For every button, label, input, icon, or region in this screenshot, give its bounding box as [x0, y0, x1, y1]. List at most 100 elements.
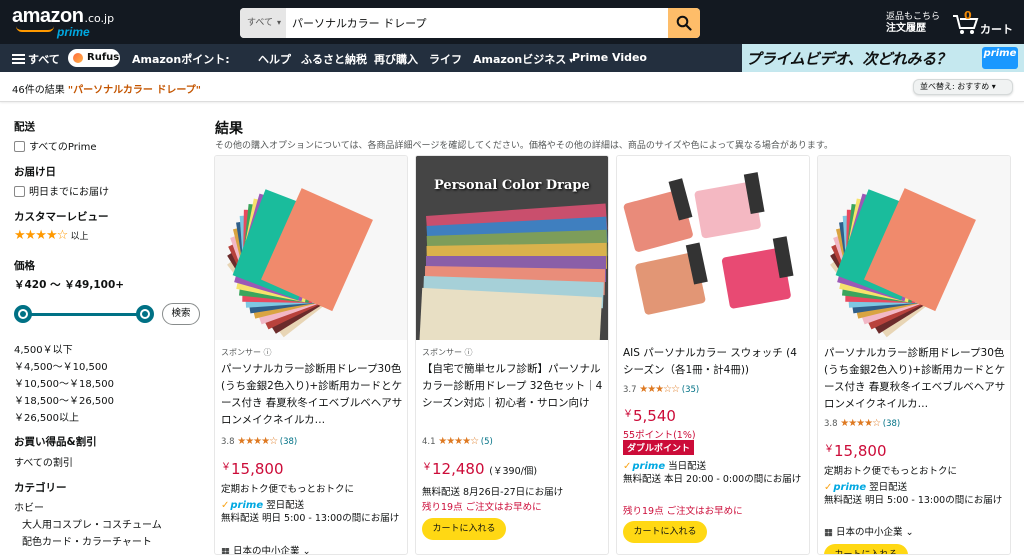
add-to-cart-button[interactable]: カートに入れる	[824, 544, 908, 554]
rating-value: 3.7	[623, 385, 637, 395]
rufus-button[interactable]: Rufus	[68, 49, 120, 67]
prime-note: 翌日配送	[266, 500, 305, 511]
filter-tomorrow[interactable]: 明日までにお届け	[14, 183, 109, 198]
search-category-dropdown[interactable]: すべて	[240, 8, 286, 38]
review-heading: カスタマーレビュー	[14, 211, 109, 223]
nav-help[interactable]: ヘルプ	[258, 51, 291, 67]
price-slider-min-handle[interactable]	[14, 305, 32, 323]
product-card[interactable]: AIS パーソナルカラー スウォッチ (4シーズン（各1冊・計4冊)) 3.7 …	[616, 155, 810, 555]
category-item[interactable]: 配色カード・カラーチャート	[22, 533, 152, 548]
prime-video-promo-banner[interactable]: プライムビデオ、次どれみる？ prime	[742, 44, 1024, 72]
product-rating[interactable]: 3.7 ★★★☆☆ (35)	[623, 384, 699, 395]
review-count: (5)	[480, 437, 493, 447]
rating-value: 3.8	[824, 419, 838, 429]
orders-link[interactable]: 返品もこちら 注文履歴	[886, 12, 940, 34]
product-image[interactable]	[215, 156, 407, 340]
secondary-nav: すべて Rufus Amazonポイント: ヘルプ ふるさと納税 再び購入 ライ…	[0, 44, 1024, 72]
review-suffix: 以上	[70, 232, 89, 242]
product-image[interactable]: Personal Color Drape	[416, 156, 608, 340]
sort-dropdown[interactable]: 並べ替え: おすすめ ▾	[913, 79, 1013, 95]
product-title[interactable]: パーソナルカラー診断用ドレープ30色(うち金銀2色入り)+診断用カードとケース付…	[221, 361, 405, 429]
drape-fan-image	[830, 188, 976, 338]
filter-all-discounts[interactable]: すべての割引	[14, 454, 73, 469]
prime-delivery: prime 翌日配送	[824, 479, 907, 493]
seller-text: 日本の中小企業	[836, 527, 903, 538]
product-card[interactable]: パーソナルカラー診断用ドレープ30色(うち金銀2色入り)+診断用カードとケース付…	[817, 155, 1011, 555]
rufus-icon	[73, 53, 83, 63]
product-price: ￥5,540	[623, 407, 676, 425]
add-to-cart-button[interactable]: カートに入れる	[623, 521, 707, 543]
category-heading: カテゴリー	[14, 482, 67, 494]
product-rating[interactable]: 3.8 ★★★★☆ (38)	[221, 436, 297, 447]
subscribe-note: 定期おトク便でもっとおトクに	[824, 466, 958, 477]
cart-button[interactable]: 0 カート	[952, 9, 1016, 38]
checkbox[interactable]	[14, 186, 25, 197]
chevron-down-icon[interactable]: ⌄	[303, 546, 311, 554]
product-card[interactable]: スポンサー ⓘ パーソナルカラー診断用ドレープ30色(うち金銀2色入り)+診断用…	[214, 155, 408, 555]
rufus-label: Rufus	[87, 52, 120, 63]
category-item[interactable]: 大人用コスプレ・コスチューム	[22, 516, 162, 531]
product-rating[interactable]: 3.8 ★★★★☆ (38)	[824, 418, 900, 429]
building-icon: ▦	[221, 546, 230, 555]
results-query: "パーソナルカラー ドレープ"	[67, 85, 201, 96]
nav-furusato[interactable]: ふるさと納税	[301, 51, 367, 67]
all-menu-button[interactable]: すべて	[12, 51, 60, 67]
sponsored-label[interactable]: スポンサー ⓘ	[221, 347, 272, 358]
promo-text: プライムビデオ、次どれみる？	[746, 51, 951, 68]
add-to-cart-button[interactable]: カートに入れる	[422, 518, 506, 540]
prime-delivery: prime 当日配送	[623, 458, 706, 472]
results-count-text: 46件の結果	[12, 85, 65, 96]
star-rating-icon: ★★★★☆	[237, 436, 278, 447]
product-card[interactable]: Personal Color Drape スポンサー ⓘ 【自宅で簡単セルフ診断…	[415, 155, 609, 555]
sponsored-label[interactable]: スポンサー ⓘ	[422, 347, 473, 358]
unit-price: (￥390/個)	[489, 466, 538, 477]
price-option[interactable]: ￥10,500〜￥18,500	[14, 375, 114, 390]
search-bar: すべて	[240, 8, 700, 38]
filter-all-prime-label: すべてのPrime	[29, 142, 97, 153]
logo-prime: prime	[57, 25, 90, 39]
chevron-down-icon[interactable]: ⌄	[906, 527, 914, 538]
price-search-button[interactable]: 検索	[162, 303, 200, 325]
sort-label: 並べ替え: おすすめ	[920, 82, 990, 91]
price-slider-max-handle[interactable]	[136, 305, 154, 323]
filter-all-prime[interactable]: すべてのPrime	[14, 138, 97, 153]
points-note: 55ポイント(1%)	[623, 430, 696, 441]
price-option[interactable]: 4,500￥以下	[14, 341, 73, 356]
product-title[interactable]: AIS パーソナルカラー スウォッチ (4シーズン（各1冊・計4冊))	[623, 345, 807, 381]
top-navigation-bar: amazon.co.jp prime すべて 返品もこちら 注文履歴 0 カート	[0, 0, 1024, 44]
all-menu-label: すべて	[28, 53, 60, 66]
price-heading: 価格	[14, 260, 35, 272]
amazon-logo[interactable]: amazon.co.jp prime	[12, 6, 114, 40]
product-price: ￥15,800	[824, 442, 887, 460]
nav-amazon-points[interactable]: Amazonポイント:	[132, 51, 230, 67]
nav-life[interactable]: ライフ	[429, 51, 462, 67]
review-count: (38)	[882, 419, 901, 429]
price-option[interactable]: ￥26,500以上	[14, 409, 79, 424]
building-icon: ▦	[824, 527, 833, 538]
price-slider[interactable]	[14, 304, 154, 324]
nav-prime-video[interactable]: Prime Video	[572, 51, 647, 64]
category-item[interactable]: ホビー	[14, 499, 44, 514]
product-title[interactable]: 【自宅で簡単セルフ診断】パーソナルカラー診断用ドレープ 32色セット｜4シーズン…	[422, 361, 606, 429]
prime-delivery: prime 翌日配送	[221, 497, 304, 511]
checkbox[interactable]	[14, 141, 25, 152]
product-image[interactable]	[818, 156, 1010, 340]
nav-amazon-business[interactable]: Amazonビジネス ▾	[473, 51, 573, 67]
search-button[interactable]	[668, 8, 700, 38]
filter-review-4-up[interactable]: ★★★★☆ 以上	[14, 228, 88, 243]
review-count: (38)	[279, 437, 298, 447]
nav-buy-again[interactable]: 再び購入	[374, 51, 418, 67]
results-subtitle: その他の購入オプションについては、各商品詳細ページを確認してください。価格やその…	[215, 141, 833, 151]
price-option[interactable]: ￥4,500〜￥10,500	[14, 358, 108, 373]
price-option[interactable]: ￥18,500〜￥26,500	[14, 392, 114, 407]
orders-text: 注文履歴	[886, 23, 926, 34]
product-title[interactable]: パーソナルカラー診断用ドレープ30色(うち金銀2色入り)+診断用カードとケース付…	[824, 345, 1008, 413]
price-value: 5,540	[633, 407, 676, 425]
product-image[interactable]	[617, 156, 809, 340]
product-rating[interactable]: 4.1 ★★★★☆ (5)	[422, 436, 493, 447]
review-count: (35)	[681, 385, 700, 395]
results-info-bar: 46件の結果 "パーソナルカラー ドレープ" 並べ替え: おすすめ ▾	[0, 72, 1024, 102]
search-input[interactable]	[286, 8, 670, 38]
prime-note: 当日配送	[668, 461, 707, 472]
chevron-down-icon: ▾	[991, 82, 996, 91]
